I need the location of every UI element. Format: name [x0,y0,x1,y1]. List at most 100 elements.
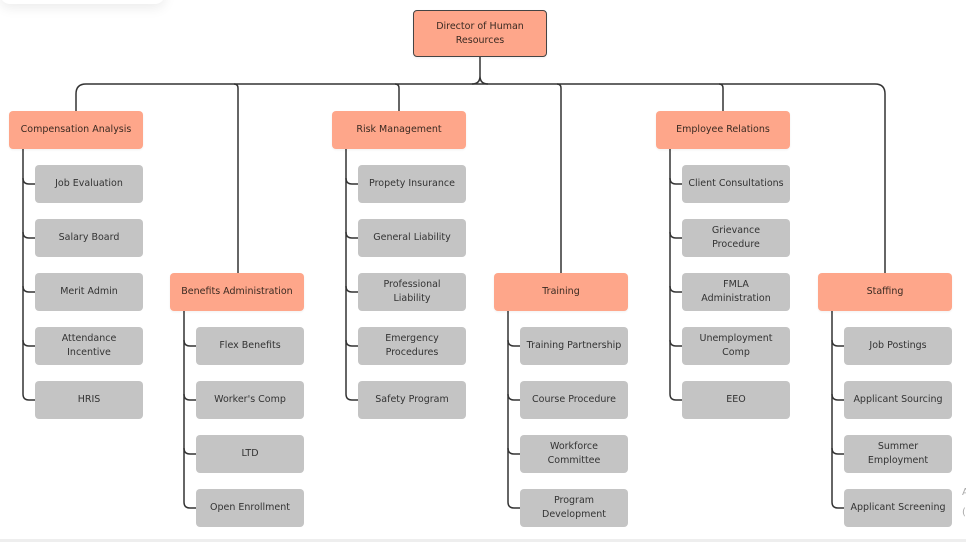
child-connector [22,231,35,239]
child-connector [831,393,844,401]
root-node[interactable]: Director of Human Resources [413,10,547,57]
function-node-label: Professional Liability [383,279,441,304]
function-node[interactable]: Flex Benefits [196,327,304,365]
department-node-label: Employee Relations [676,124,770,135]
child-connector [831,447,844,455]
child-connector [669,177,682,185]
function-node-label: HRIS [77,394,101,405]
child-connector [22,339,35,347]
function-node[interactable]: HRIS [35,381,143,419]
child-spine [669,149,682,401]
function-node[interactable]: Workforce Committee [520,435,628,473]
child-connector [345,231,358,239]
function-node[interactable]: Propety Insurance [358,165,466,203]
dept-connector [75,83,87,111]
function-node[interactable]: Open Enrollment [196,489,304,527]
function-node-label: Emergency Procedures [385,333,439,358]
connector-lines [22,57,886,509]
function-node[interactable]: Professional Liability [358,273,466,311]
function-node-label: Client Consultations [688,178,784,189]
root-connector [471,57,489,85]
department-node[interactable]: Training [494,273,628,311]
child-spine [183,311,196,509]
function-node[interactable]: Job Evaluation [35,165,143,203]
function-node[interactable]: Safety Program [358,381,466,419]
function-node[interactable]: Training Partnership [520,327,628,365]
dept-connector [718,83,724,111]
function-node-label: EEO [726,394,746,405]
clipped-edge-text: A( [962,487,966,518]
child-connector [669,339,682,347]
function-node[interactable]: FMLA Administration [682,273,790,311]
function-node[interactable]: Applicant Screening [844,489,952,527]
function-node[interactable]: General Liability [358,219,466,257]
dept-connector [874,83,886,273]
child-connector [507,393,520,401]
function-node[interactable]: Merit Admin [35,273,143,311]
function-node[interactable]: LTD [196,435,304,473]
function-node[interactable]: Worker's Comp [196,381,304,419]
function-node[interactable]: Job Postings [844,327,952,365]
function-node-label: Flex Benefits [219,340,281,351]
child-spine [345,149,358,401]
function-node-label: Propety Insurance [369,178,455,189]
child-connector [831,339,844,347]
function-node-label: Open Enrollment [209,502,291,513]
child-connector [669,231,682,239]
department-node-label: Compensation Analysis [20,124,132,135]
function-node-label: Worker's Comp [214,394,286,405]
function-node-label: Applicant Sourcing [853,394,943,405]
function-node[interactable]: Emergency Procedures [358,327,466,365]
function-node-label: Grievance Procedure [711,225,761,250]
function-node-label: Unemployment Comp [699,333,773,358]
department-node-label: Staffing [866,286,904,297]
function-node-label: Course Procedure [532,394,616,405]
function-node-label: Program Development [542,495,606,520]
child-connector [22,177,35,185]
dept-connector [394,83,400,111]
child-connector [345,177,358,185]
child-connector [183,447,196,455]
root-node-label: Director of Human Resources [436,20,524,46]
function-node-label: Applicant Screening [850,502,946,513]
function-node[interactable]: Grievance Procedure [682,219,790,257]
function-node[interactable]: Client Consultations [682,165,790,203]
function-node-label: Merit Admin [60,286,118,297]
function-node[interactable]: Summer Employment [844,435,952,473]
department-node[interactable]: Employee Relations [656,111,790,149]
department-node-label: Risk Management [356,124,442,135]
function-node[interactable]: Program Development [520,489,628,527]
department-node[interactable]: Risk Management [332,111,466,149]
department-node-label: Benefits Administration [181,286,293,297]
child-spine [22,149,35,401]
department-node[interactable]: Benefits Administration [170,273,304,311]
function-node-label: General Liability [373,232,451,243]
function-node[interactable]: Course Procedure [520,381,628,419]
child-connector [507,447,520,455]
function-node-label: Job Postings [869,340,927,351]
dept-connector [233,83,239,273]
function-node[interactable]: Attendance Incentive [35,327,143,365]
function-node-label: Safety Program [375,394,449,405]
function-node[interactable]: Salary Board [35,219,143,257]
function-node[interactable]: EEO [682,381,790,419]
child-spine [831,311,844,509]
department-node[interactable]: Compensation Analysis [9,111,143,149]
department-node[interactable]: Staffing [818,273,952,311]
function-node-label: Salary Board [58,232,120,243]
function-node-label: Workforce Committee [547,441,601,466]
child-connector [183,339,196,347]
function-node-label: LTD [241,448,259,459]
function-node-label: Training Partnership [526,340,622,351]
function-node-label: Job Evaluation [55,178,123,189]
function-node-label: FMLA Administration [701,279,771,304]
child-spine [507,311,520,509]
function-node[interactable]: Unemployment Comp [682,327,790,365]
child-connector [669,285,682,293]
child-connector [345,285,358,293]
function-node[interactable]: Applicant Sourcing [844,381,952,419]
child-connector [507,339,520,347]
child-connector [183,393,196,401]
department-node-label: Training [542,286,580,297]
function-node-label: Attendance Incentive [61,333,117,358]
